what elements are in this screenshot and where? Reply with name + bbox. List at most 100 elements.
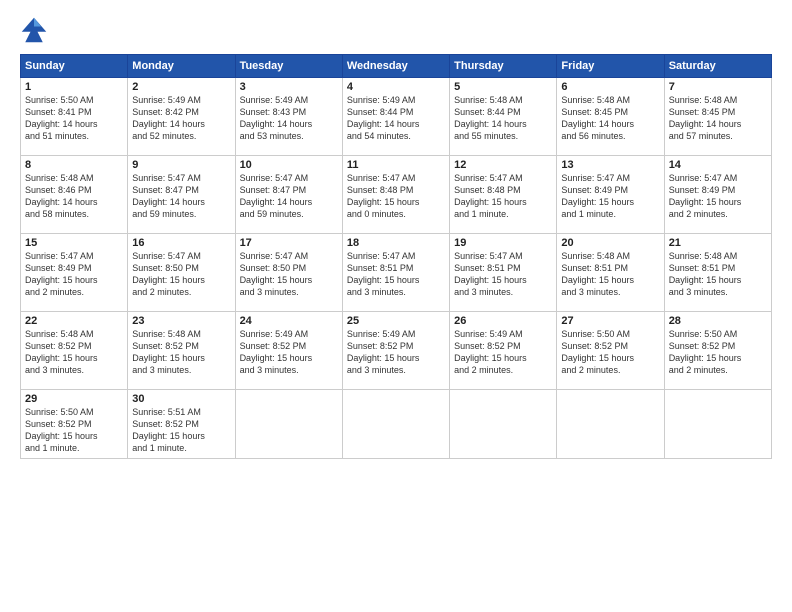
day-info: Sunrise: 5:47 AM Sunset: 8:50 PM Dayligh… (132, 250, 230, 299)
day-number: 25 (347, 315, 445, 327)
calendar-header-saturday: Saturday (664, 55, 771, 78)
day-number: 10 (240, 159, 338, 171)
day-number: 3 (240, 81, 338, 93)
day-number: 9 (132, 159, 230, 171)
calendar-header-wednesday: Wednesday (342, 55, 449, 78)
calendar-cell: 27Sunrise: 5:50 AM Sunset: 8:52 PM Dayli… (557, 312, 664, 390)
calendar-cell: 23Sunrise: 5:48 AM Sunset: 8:52 PM Dayli… (128, 312, 235, 390)
calendar-header-monday: Monday (128, 55, 235, 78)
header (20, 16, 772, 44)
day-info: Sunrise: 5:47 AM Sunset: 8:49 PM Dayligh… (25, 250, 123, 299)
day-info: Sunrise: 5:47 AM Sunset: 8:50 PM Dayligh… (240, 250, 338, 299)
day-number: 20 (561, 237, 659, 249)
day-info: Sunrise: 5:48 AM Sunset: 8:44 PM Dayligh… (454, 94, 552, 143)
calendar-cell: 2Sunrise: 5:49 AM Sunset: 8:42 PM Daylig… (128, 78, 235, 156)
calendar-cell (450, 390, 557, 459)
calendar-cell: 19Sunrise: 5:47 AM Sunset: 8:51 PM Dayli… (450, 234, 557, 312)
day-info: Sunrise: 5:49 AM Sunset: 8:52 PM Dayligh… (240, 328, 338, 377)
day-info: Sunrise: 5:47 AM Sunset: 8:51 PM Dayligh… (347, 250, 445, 299)
calendar-cell (664, 390, 771, 459)
calendar-cell: 26Sunrise: 5:49 AM Sunset: 8:52 PM Dayli… (450, 312, 557, 390)
day-info: Sunrise: 5:47 AM Sunset: 8:49 PM Dayligh… (561, 172, 659, 221)
day-number: 28 (669, 315, 767, 327)
calendar-cell: 22Sunrise: 5:48 AM Sunset: 8:52 PM Dayli… (21, 312, 128, 390)
day-number: 4 (347, 81, 445, 93)
calendar-cell: 18Sunrise: 5:47 AM Sunset: 8:51 PM Dayli… (342, 234, 449, 312)
day-number: 13 (561, 159, 659, 171)
day-info: Sunrise: 5:47 AM Sunset: 8:49 PM Dayligh… (669, 172, 767, 221)
day-number: 12 (454, 159, 552, 171)
calendar-cell: 21Sunrise: 5:48 AM Sunset: 8:51 PM Dayli… (664, 234, 771, 312)
calendar-cell: 14Sunrise: 5:47 AM Sunset: 8:49 PM Dayli… (664, 156, 771, 234)
calendar-header-sunday: Sunday (21, 55, 128, 78)
day-number: 7 (669, 81, 767, 93)
calendar-week-row: 8Sunrise: 5:48 AM Sunset: 8:46 PM Daylig… (21, 156, 772, 234)
calendar-cell: 7Sunrise: 5:48 AM Sunset: 8:45 PM Daylig… (664, 78, 771, 156)
calendar-cell: 5Sunrise: 5:48 AM Sunset: 8:44 PM Daylig… (450, 78, 557, 156)
day-info: Sunrise: 5:47 AM Sunset: 8:48 PM Dayligh… (347, 172, 445, 221)
calendar-header-row: SundayMondayTuesdayWednesdayThursdayFrid… (21, 55, 772, 78)
calendar-cell: 3Sunrise: 5:49 AM Sunset: 8:43 PM Daylig… (235, 78, 342, 156)
day-info: Sunrise: 5:48 AM Sunset: 8:51 PM Dayligh… (561, 250, 659, 299)
calendar-cell (342, 390, 449, 459)
day-number: 17 (240, 237, 338, 249)
day-info: Sunrise: 5:49 AM Sunset: 8:43 PM Dayligh… (240, 94, 338, 143)
day-info: Sunrise: 5:49 AM Sunset: 8:42 PM Dayligh… (132, 94, 230, 143)
day-number: 22 (25, 315, 123, 327)
logo-icon (20, 16, 48, 44)
calendar-header-tuesday: Tuesday (235, 55, 342, 78)
day-info: Sunrise: 5:48 AM Sunset: 8:45 PM Dayligh… (669, 94, 767, 143)
calendar-cell: 28Sunrise: 5:50 AM Sunset: 8:52 PM Dayli… (664, 312, 771, 390)
day-info: Sunrise: 5:50 AM Sunset: 8:52 PM Dayligh… (669, 328, 767, 377)
calendar-table: SundayMondayTuesdayWednesdayThursdayFrid… (20, 54, 772, 459)
calendar-cell: 15Sunrise: 5:47 AM Sunset: 8:49 PM Dayli… (21, 234, 128, 312)
day-number: 29 (25, 393, 123, 405)
day-info: Sunrise: 5:50 AM Sunset: 8:52 PM Dayligh… (25, 406, 123, 455)
day-number: 16 (132, 237, 230, 249)
calendar-cell (557, 390, 664, 459)
day-info: Sunrise: 5:50 AM Sunset: 8:41 PM Dayligh… (25, 94, 123, 143)
day-number: 5 (454, 81, 552, 93)
calendar-cell: 1Sunrise: 5:50 AM Sunset: 8:41 PM Daylig… (21, 78, 128, 156)
day-info: Sunrise: 5:49 AM Sunset: 8:52 PM Dayligh… (347, 328, 445, 377)
calendar-week-row: 22Sunrise: 5:48 AM Sunset: 8:52 PM Dayli… (21, 312, 772, 390)
day-number: 21 (669, 237, 767, 249)
day-number: 14 (669, 159, 767, 171)
day-info: Sunrise: 5:47 AM Sunset: 8:48 PM Dayligh… (454, 172, 552, 221)
day-info: Sunrise: 5:50 AM Sunset: 8:52 PM Dayligh… (561, 328, 659, 377)
calendar-cell: 13Sunrise: 5:47 AM Sunset: 8:49 PM Dayli… (557, 156, 664, 234)
day-info: Sunrise: 5:47 AM Sunset: 8:47 PM Dayligh… (240, 172, 338, 221)
calendar-cell: 29Sunrise: 5:50 AM Sunset: 8:52 PM Dayli… (21, 390, 128, 459)
day-info: Sunrise: 5:48 AM Sunset: 8:51 PM Dayligh… (669, 250, 767, 299)
calendar-header-thursday: Thursday (450, 55, 557, 78)
logo (20, 16, 52, 44)
day-number: 2 (132, 81, 230, 93)
calendar-cell: 12Sunrise: 5:47 AM Sunset: 8:48 PM Dayli… (450, 156, 557, 234)
day-info: Sunrise: 5:47 AM Sunset: 8:51 PM Dayligh… (454, 250, 552, 299)
day-number: 23 (132, 315, 230, 327)
day-info: Sunrise: 5:49 AM Sunset: 8:44 PM Dayligh… (347, 94, 445, 143)
day-number: 1 (25, 81, 123, 93)
page: SundayMondayTuesdayWednesdayThursdayFrid… (0, 0, 792, 612)
calendar-cell (235, 390, 342, 459)
calendar-cell: 9Sunrise: 5:47 AM Sunset: 8:47 PM Daylig… (128, 156, 235, 234)
day-number: 26 (454, 315, 552, 327)
calendar-cell: 16Sunrise: 5:47 AM Sunset: 8:50 PM Dayli… (128, 234, 235, 312)
day-number: 6 (561, 81, 659, 93)
calendar-week-row: 29Sunrise: 5:50 AM Sunset: 8:52 PM Dayli… (21, 390, 772, 459)
calendar-cell: 24Sunrise: 5:49 AM Sunset: 8:52 PM Dayli… (235, 312, 342, 390)
calendar-week-row: 1Sunrise: 5:50 AM Sunset: 8:41 PM Daylig… (21, 78, 772, 156)
calendar-cell: 10Sunrise: 5:47 AM Sunset: 8:47 PM Dayli… (235, 156, 342, 234)
day-info: Sunrise: 5:48 AM Sunset: 8:45 PM Dayligh… (561, 94, 659, 143)
day-number: 15 (25, 237, 123, 249)
calendar-cell: 25Sunrise: 5:49 AM Sunset: 8:52 PM Dayli… (342, 312, 449, 390)
calendar-cell: 11Sunrise: 5:47 AM Sunset: 8:48 PM Dayli… (342, 156, 449, 234)
day-info: Sunrise: 5:48 AM Sunset: 8:52 PM Dayligh… (25, 328, 123, 377)
day-info: Sunrise: 5:47 AM Sunset: 8:47 PM Dayligh… (132, 172, 230, 221)
day-number: 8 (25, 159, 123, 171)
day-number: 11 (347, 159, 445, 171)
day-info: Sunrise: 5:51 AM Sunset: 8:52 PM Dayligh… (132, 406, 230, 455)
day-info: Sunrise: 5:48 AM Sunset: 8:52 PM Dayligh… (132, 328, 230, 377)
calendar-week-row: 15Sunrise: 5:47 AM Sunset: 8:49 PM Dayli… (21, 234, 772, 312)
day-number: 24 (240, 315, 338, 327)
